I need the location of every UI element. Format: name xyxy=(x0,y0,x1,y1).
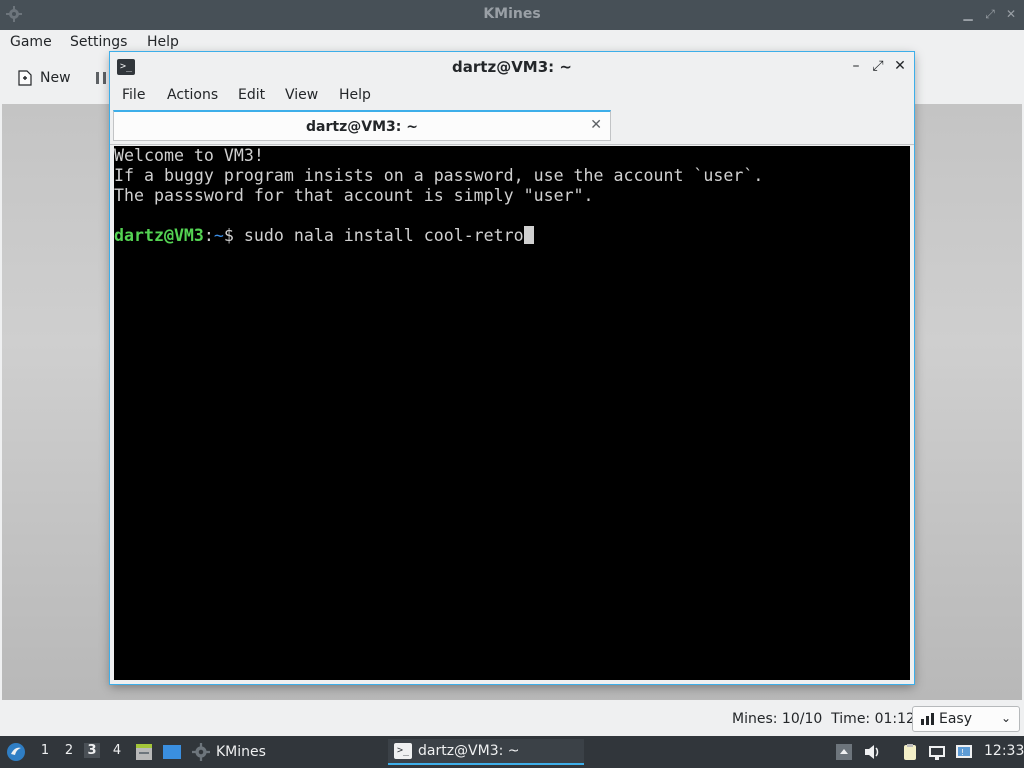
new-document-icon xyxy=(18,70,32,86)
mines-counter: Mines: 10/10 Time: 01:12 xyxy=(732,711,915,727)
taskbar: 1 2 3 4 KMines >_ dartz@VM3: ~ ! 12:33 xyxy=(0,736,1024,768)
clock: 12:33 xyxy=(984,743,1024,759)
task-label: dartz@VM3: ~ xyxy=(418,743,520,759)
terminal-line: If a buggy program insists on a password… xyxy=(114,166,764,185)
menu-help[interactable]: Help xyxy=(147,34,179,50)
terminal-titlebar[interactable]: >_ dartz@VM3: ~ – ⤢ ✕ xyxy=(110,52,914,82)
kmines-statusbar: Mines: 10/10 Time: 01:12 xyxy=(0,702,1024,736)
menu-game[interactable]: Game xyxy=(10,34,52,50)
prompt-user-host: dartz@VM3 xyxy=(114,226,204,245)
task-terminal[interactable]: >_ dartz@VM3: ~ xyxy=(388,739,584,765)
maximize-icon[interactable]: ⤢ xyxy=(870,57,886,75)
menu-file[interactable]: File xyxy=(122,87,145,103)
gear-icon xyxy=(192,743,210,761)
volume-icon[interactable] xyxy=(863,743,881,761)
file-manager-icon[interactable] xyxy=(134,742,154,762)
tab-terminal[interactable]: dartz@VM3: ~ ✕ xyxy=(113,110,611,141)
menu-edit[interactable]: Edit xyxy=(238,87,265,103)
terminal-tabbar: dartz@VM3: ~ ✕ xyxy=(110,110,914,145)
close-icon[interactable]: ✕ xyxy=(892,57,908,75)
kmines-title: KMines xyxy=(483,6,541,22)
command-input[interactable]: sudo nala install cool-retro xyxy=(244,226,524,245)
new-game-button[interactable]: New xyxy=(18,70,71,86)
terminal-title: dartz@VM3: ~ xyxy=(452,58,572,76)
prompt-path: ~ xyxy=(213,226,224,245)
show-desktop-icon[interactable] xyxy=(162,742,182,762)
time-counter: Time: 01:12 xyxy=(831,711,915,727)
terminal-menubar: File Actions Edit View Help xyxy=(110,82,914,110)
lxqt-menu-icon[interactable] xyxy=(6,742,26,762)
new-game-label: New xyxy=(40,70,71,86)
prompt-symbol: $ xyxy=(223,226,244,245)
kmines-titlebar[interactable]: KMines ▁ ⤢ ✕ xyxy=(0,0,1024,30)
terminal-line: Welcome to VM3! xyxy=(114,146,264,165)
prompt-separator: : xyxy=(203,226,214,245)
desktop-3[interactable]: 3 xyxy=(84,743,100,758)
minimize-icon[interactable]: – xyxy=(848,57,864,75)
difficulty-value: Easy xyxy=(939,711,973,727)
maximize-icon[interactable]: ⤢ xyxy=(984,8,996,20)
tab-label: dartz@VM3: ~ xyxy=(306,119,418,135)
menu-view[interactable]: View xyxy=(285,87,318,103)
prompt-line: dartz@VM3:~$ sudo nala install cool-retr… xyxy=(114,226,910,246)
menu-settings[interactable]: Settings xyxy=(70,34,127,50)
task-label: KMines xyxy=(216,744,266,760)
terminal-line: The passsword for that account is simply… xyxy=(114,186,594,205)
menu-actions[interactable]: Actions xyxy=(167,87,218,103)
difficulty-select[interactable]: Easy ⌄ xyxy=(912,706,1020,732)
svg-text:!: ! xyxy=(961,748,964,757)
close-icon[interactable]: ✕ xyxy=(1005,8,1017,20)
task-kmines[interactable]: KMines xyxy=(192,739,382,765)
menu-help[interactable]: Help xyxy=(339,87,371,103)
close-tab-icon[interactable]: ✕ xyxy=(590,117,602,133)
notification-icon[interactable]: ! xyxy=(955,743,973,761)
pause-icon[interactable] xyxy=(94,71,108,85)
minimize-icon[interactable]: ▁ xyxy=(962,8,974,20)
clipboard-icon[interactable] xyxy=(901,743,919,761)
arrow-up-icon[interactable] xyxy=(835,743,853,761)
terminal-screen[interactable]: Welcome to VM3! If a buggy program insis… xyxy=(114,146,910,680)
text-cursor xyxy=(523,226,534,244)
desktop-2[interactable]: 2 xyxy=(61,743,77,758)
network-icon[interactable] xyxy=(928,743,946,761)
desktop-4[interactable]: 4 xyxy=(109,743,125,758)
terminal-icon: >_ xyxy=(394,743,412,759)
desktop-1[interactable]: 1 xyxy=(37,743,53,758)
chevron-down-icon: ⌄ xyxy=(1000,711,1011,725)
terminal-window: >_ dartz@VM3: ~ – ⤢ ✕ File Actions Edit … xyxy=(110,52,914,684)
signal-bars-icon xyxy=(921,713,934,725)
